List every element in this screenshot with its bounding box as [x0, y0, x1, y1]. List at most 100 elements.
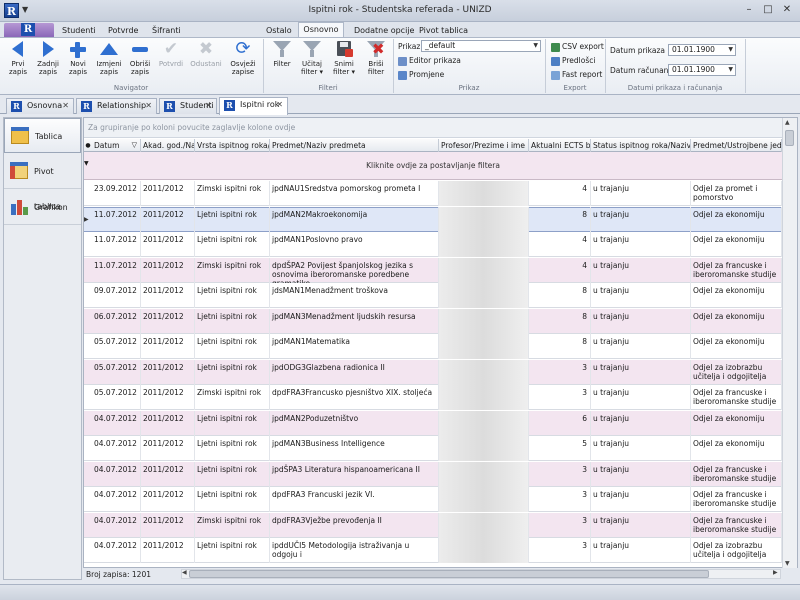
- cell-akad-god[interactable]: 2011/2012: [141, 411, 195, 436]
- column-header-akad-god[interactable]: Akad. god./Naz: [141, 139, 195, 152]
- cell-datum[interactable]: 11.07.2012: [92, 232, 141, 257]
- minimize-button[interactable]: –: [740, 3, 758, 18]
- cell-akad-god[interactable]: 2011/2012: [141, 538, 195, 563]
- cell-datum[interactable]: 04.07.2012: [92, 462, 141, 487]
- cell-predmet[interactable]: jpdMAN2Makroekonomija: [270, 207, 439, 232]
- close-icon[interactable]: ✕: [205, 99, 212, 113]
- cell-status[interactable]: u trajanju: [591, 513, 691, 538]
- cell-ustrojbena-jedinica[interactable]: Odjel za izobrazbu učitelja i odgojitelj…: [691, 538, 782, 563]
- doc-tab-ispitni-rok[interactable]: R Ispitni rok ✕: [219, 97, 288, 115]
- cell-status[interactable]: u trajanju: [591, 538, 691, 563]
- cell-akad-god[interactable]: 2011/2012: [141, 258, 195, 283]
- tab-potvrde[interactable]: Potvrde: [104, 24, 142, 37]
- column-header-vrsta-roka[interactable]: Vrsta ispitnog roka/Naz: [195, 139, 270, 152]
- cell-ustrojbena-jedinica[interactable]: Odjel za francuske i iberoromanske studi…: [691, 487, 782, 512]
- cell-status[interactable]: u trajanju: [591, 487, 691, 512]
- cell-akad-god[interactable]: 2011/2012: [141, 360, 195, 385]
- cell-predmet[interactable]: jpdMAN1Poslovno pravo: [270, 232, 439, 257]
- close-icon[interactable]: ✕: [145, 99, 152, 113]
- cell-ects[interactable]: 8: [529, 283, 591, 308]
- refresh-records-button[interactable]: ⟳ Osvježi zapise: [227, 40, 259, 84]
- scroll-left-icon[interactable]: ◀: [182, 569, 187, 576]
- group-by-area[interactable]: Za grupiranje po koloni povucite zaglavl…: [84, 118, 782, 138]
- vertical-scroll-thumb[interactable]: [785, 130, 794, 146]
- cell-ects[interactable]: 5: [529, 436, 591, 461]
- cell-status[interactable]: u trajanju: [591, 360, 691, 385]
- vertical-scrollbar[interactable]: [782, 118, 797, 568]
- maximize-button[interactable]: □: [759, 3, 777, 18]
- cell-ects[interactable]: 3: [529, 462, 591, 487]
- cell-status[interactable]: u trajanju: [591, 258, 691, 283]
- cell-predmet[interactable]: jpdŠPA3 Literatura hispanoamericana II: [270, 462, 439, 487]
- cell-status[interactable]: u trajanju: [591, 309, 691, 334]
- column-header-predmet[interactable]: Predmet/Naziv predmeta: [270, 139, 439, 152]
- close-icon[interactable]: ✕: [62, 99, 69, 113]
- cell-vrsta-roka[interactable]: Zimski ispitni rok: [195, 385, 270, 410]
- cell-vrsta-roka[interactable]: Ljetni ispitni rok: [195, 538, 270, 563]
- tab-ostalo[interactable]: Ostalo: [262, 24, 296, 37]
- cell-akad-god[interactable]: 2011/2012: [141, 334, 195, 359]
- cell-predmet[interactable]: jpdMAN3Business Intelligence: [270, 436, 439, 461]
- cell-vrsta-roka[interactable]: Ljetni ispitni rok: [195, 360, 270, 385]
- cell-akad-god[interactable]: 2011/2012: [141, 181, 195, 206]
- cell-vrsta-roka[interactable]: Ljetni ispitni rok: [195, 411, 270, 436]
- edit-record-button[interactable]: Izmjeni zapis: [93, 40, 125, 84]
- csv-export-button[interactable]: CSV export: [551, 41, 604, 53]
- view-table-button[interactable]: Tablica: [4, 118, 81, 153]
- tab-studenti[interactable]: Studenti: [58, 24, 100, 37]
- cell-status[interactable]: u trajanju: [591, 207, 691, 232]
- cell-datum[interactable]: 11.07.2012: [92, 258, 141, 283]
- cell-akad-god[interactable]: 2011/2012: [141, 283, 195, 308]
- close-icon[interactable]: ✕: [276, 98, 283, 112]
- horizontal-scroll-thumb[interactable]: [189, 570, 709, 578]
- cell-akad-god[interactable]: 2011/2012: [141, 232, 195, 257]
- cell-ustrojbena-jedinica[interactable]: Odjel za izobrazbu učitelja i odgojitelj…: [691, 360, 782, 385]
- load-filter-button[interactable]: Učitaj filter ▾: [296, 40, 328, 84]
- cell-status[interactable]: u trajanju: [591, 181, 691, 206]
- cell-status[interactable]: u trajanju: [591, 334, 691, 359]
- cell-akad-god[interactable]: 2011/2012: [141, 309, 195, 334]
- cell-vrsta-roka[interactable]: Ljetni ispitni rok: [195, 232, 270, 257]
- cell-status[interactable]: u trajanju: [591, 462, 691, 487]
- cell-ects[interactable]: 8: [529, 207, 591, 232]
- cell-predmet[interactable]: jpdMAN1Matematika: [270, 334, 439, 359]
- tab-dodatne-opcije[interactable]: Dodatne opcije: [350, 24, 418, 37]
- save-filter-button[interactable]: Snimi filter ▾: [328, 40, 360, 84]
- filter-button[interactable]: Filter: [266, 40, 298, 84]
- close-window-button[interactable]: ✕: [778, 3, 796, 18]
- view-editor-button[interactable]: Editor prikaza: [398, 55, 461, 67]
- cell-predmet[interactable]: dpdŠPA2 Povijest španjolskog jezika s os…: [270, 258, 439, 283]
- scroll-down-icon[interactable]: ▼: [785, 560, 790, 567]
- doc-tab-osnovna[interactable]: R Osnovna ✕: [6, 98, 74, 114]
- cell-status[interactable]: u trajanju: [591, 436, 691, 461]
- cell-ustrojbena-jedinica[interactable]: Odjel za francuske i iberoromanske studi…: [691, 513, 782, 538]
- cell-vrsta-roka[interactable]: Ljetni ispitni rok: [195, 436, 270, 461]
- cell-akad-god[interactable]: 2011/2012: [141, 462, 195, 487]
- cell-status[interactable]: u trajanju: [591, 385, 691, 410]
- cell-predmet[interactable]: dpdFRA3 Francuski jezik VI.: [270, 487, 439, 512]
- doc-tab-studenti[interactable]: R Studenti ✕: [159, 98, 217, 114]
- cell-ustrojbena-jedinica[interactable]: Odjel za ekonomiju: [691, 436, 782, 461]
- cancel-edit-button[interactable]: ✖ Odustani: [190, 40, 222, 84]
- cell-ustrojbena-jedinica[interactable]: Odjel za ekonomiju: [691, 334, 782, 359]
- cell-akad-god[interactable]: 2011/2012: [141, 436, 195, 461]
- cell-akad-god[interactable]: 2011/2012: [141, 207, 195, 232]
- cell-ects[interactable]: 3: [529, 385, 591, 410]
- cell-akad-god[interactable]: 2011/2012: [141, 487, 195, 512]
- cell-predmet[interactable]: jpdMAN3Menadžment ljudskih resursa: [270, 309, 439, 334]
- cell-ustrojbena-jedinica[interactable]: Odjel za francuske i iberoromanske studi…: [691, 462, 782, 487]
- cell-vrsta-roka[interactable]: Ljetni ispitni rok: [195, 462, 270, 487]
- tab-pivot-tablica[interactable]: Pivot tablica: [415, 24, 472, 37]
- first-record-button[interactable]: Prvi zapis: [2, 40, 34, 84]
- cell-vrsta-roka[interactable]: Zimski ispitni rok: [195, 513, 270, 538]
- tab-sifranti[interactable]: Šifranti: [148, 24, 185, 37]
- cell-vrsta-roka[interactable]: Zimski ispitni rok: [195, 181, 270, 206]
- delete-record-button[interactable]: Obriši zapis: [124, 40, 156, 84]
- column-header-datum[interactable]: Datum ▽: [92, 139, 141, 152]
- application-menu-button[interactable]: R: [4, 23, 54, 37]
- cell-ects[interactable]: 3: [529, 538, 591, 563]
- cell-status[interactable]: u trajanju: [591, 411, 691, 436]
- cell-ects[interactable]: 4: [529, 258, 591, 283]
- cell-ects[interactable]: 3: [529, 487, 591, 512]
- cell-datum[interactable]: 04.07.2012: [92, 436, 141, 461]
